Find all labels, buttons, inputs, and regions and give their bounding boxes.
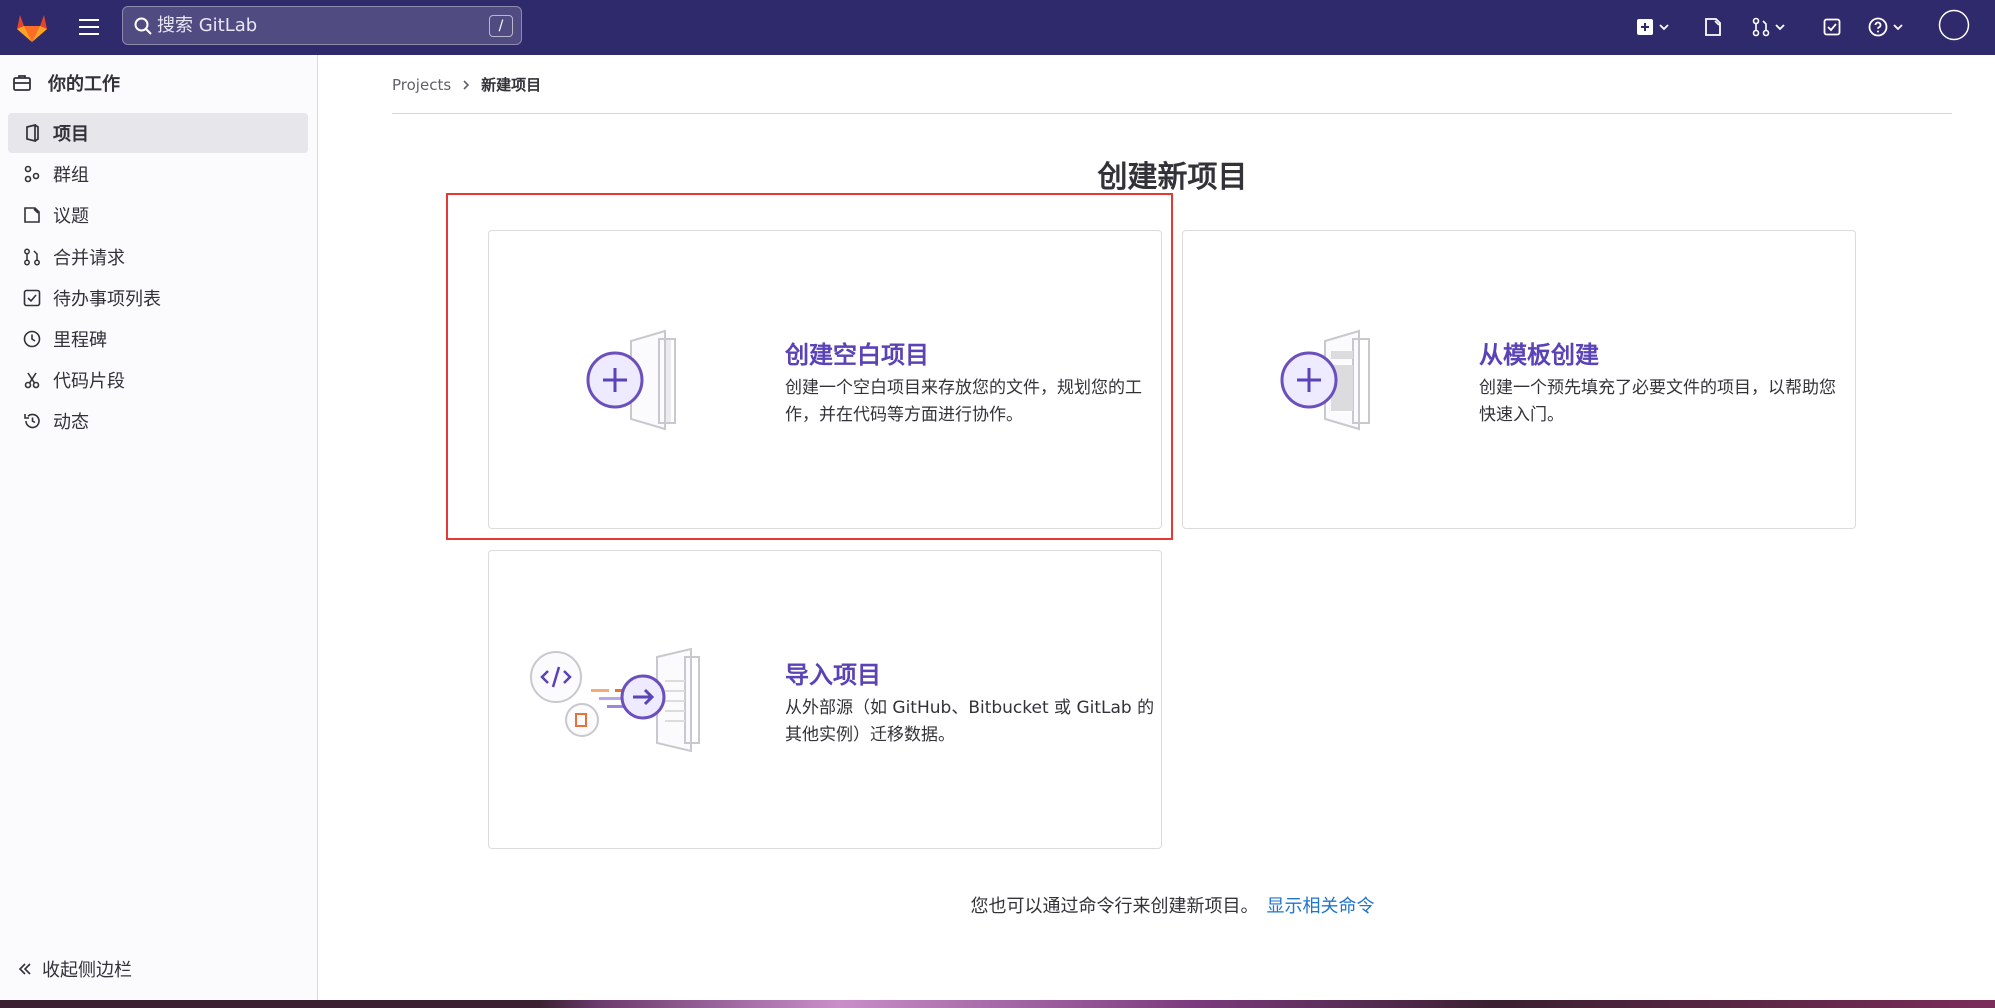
sidebar-item-issues[interactable]: 议题 [8, 195, 308, 235]
issues-icon [24, 207, 40, 224]
search-icon [134, 17, 152, 35]
chevron-down-icon [1893, 24, 1903, 31]
todo-icon [23, 289, 41, 307]
help-icon [1868, 17, 1888, 37]
clock-icon [23, 330, 41, 348]
sidebar-item-merge-requests[interactable]: 合并请求 [8, 237, 308, 277]
sidebar-item-label: 合并请求 [53, 247, 125, 269]
sidebar-item-label: 代码片段 [53, 371, 125, 393]
merge-request-icon [1752, 17, 1770, 37]
collapse-sidebar-button[interactable]: 收起侧边栏 [18, 956, 132, 982]
plus-square-icon [1637, 19, 1653, 35]
double-chevron-left-icon [18, 963, 31, 975]
todos-nav-button[interactable] [1823, 12, 1841, 42]
context-title: 你的工作 [48, 74, 120, 95]
sidebar-item-label: 动态 [53, 412, 89, 434]
briefcase-icon [13, 75, 31, 91]
sidebar-item-label: 里程碑 [53, 329, 107, 351]
divider [392, 113, 1952, 114]
sidebar: 你的工作 项目 群组 议题 合并请求 待办事项列表 里程碑 代码片段 动态 收起… [0, 55, 318, 1000]
import-project-illustration [530, 647, 700, 753]
issues-icon [1705, 18, 1721, 36]
chevron-right-icon [463, 79, 470, 90]
new-menu-button[interactable] [1636, 12, 1670, 42]
sidebar-item-label: 待办事项列表 [53, 288, 161, 310]
breadcrumb-current: 新建项目 [481, 76, 542, 94]
sidebar-item-label: 项目 [53, 124, 89, 145]
show-commands-link[interactable]: 显示相关命令 [1267, 896, 1375, 917]
breadcrumb-projects-link[interactable]: Projects [392, 76, 451, 94]
context-switcher[interactable]: 你的工作 [12, 65, 120, 101]
card-description: 从外部源（如 GitHub、Bitbucket 或 GitLab 的其他实例）迁… [785, 698, 1155, 745]
snippet-icon [24, 372, 40, 389]
project-icon [26, 124, 39, 142]
create-from-template-card[interactable]: 从模板创建 创建一个预先填充了必要文件的项目，以帮助您快速入门。 [1182, 230, 1856, 529]
top-navbar: / [0, 0, 1995, 55]
card-title: 创建空白项目 [785, 341, 929, 369]
chevron-down-icon [1659, 24, 1669, 31]
sidebar-item-snippets[interactable]: 代码片段 [8, 360, 308, 400]
blank-project-illustration [586, 329, 676, 431]
desktop-wallpaper-strip [0, 1000, 1995, 1008]
card-description: 创建一个空白项目来存放您的文件，规划您的工作，并在代码等方面进行协作。 [785, 378, 1142, 425]
sidebar-item-projects[interactable]: 项目 [8, 113, 308, 153]
card-title: 导入项目 [785, 661, 881, 689]
history-icon [24, 414, 40, 429]
chevron-down-icon [1775, 24, 1785, 31]
sidebar-item-activity[interactable]: 动态 [8, 401, 308, 441]
help-menu-button[interactable] [1868, 12, 1904, 42]
search-box[interactable]: / [122, 6, 522, 45]
card-title: 从模板创建 [1479, 341, 1599, 369]
collapse-sidebar-label: 收起侧边栏 [42, 960, 132, 981]
sidebar-item-todos[interactable]: 待办事项列表 [8, 278, 308, 318]
todo-icon [1823, 18, 1841, 36]
import-project-card[interactable]: 导入项目 从外部源（如 GitHub、Bitbucket 或 GitLab 的其… [488, 550, 1162, 849]
breadcrumb: Projects 新建项目 [392, 74, 541, 95]
user-avatar[interactable] [1938, 9, 1970, 41]
avatar-icon [1938, 9, 1970, 41]
issues-nav-button[interactable] [1704, 12, 1722, 42]
sidebar-item-milestones[interactable]: 里程碑 [8, 319, 308, 359]
gitlab-logo[interactable] [14, 9, 50, 45]
cli-hint-text: 您也可以通过命令行来创建新项目。 [970, 896, 1259, 917]
search-shortcut-key: / [489, 15, 513, 37]
template-project-illustration [1280, 329, 1370, 431]
merge-request-icon [24, 248, 40, 266]
sidebar-item-label: 议题 [53, 206, 89, 228]
page-title: 创建新项目 [1097, 160, 1248, 195]
merge-requests-nav-button[interactable] [1752, 12, 1786, 42]
search-input[interactable] [157, 7, 467, 44]
create-blank-project-card[interactable]: 创建空白项目 创建一个空白项目来存放您的文件，规划您的工作，并在代码等方面进行协… [488, 230, 1162, 529]
card-description: 创建一个预先填充了必要文件的项目，以帮助您快速入门。 [1479, 378, 1836, 425]
menu-icon[interactable] [76, 14, 102, 40]
cli-hint: 您也可以通过命令行来创建新项目。 显示相关命令 [0, 892, 1995, 918]
